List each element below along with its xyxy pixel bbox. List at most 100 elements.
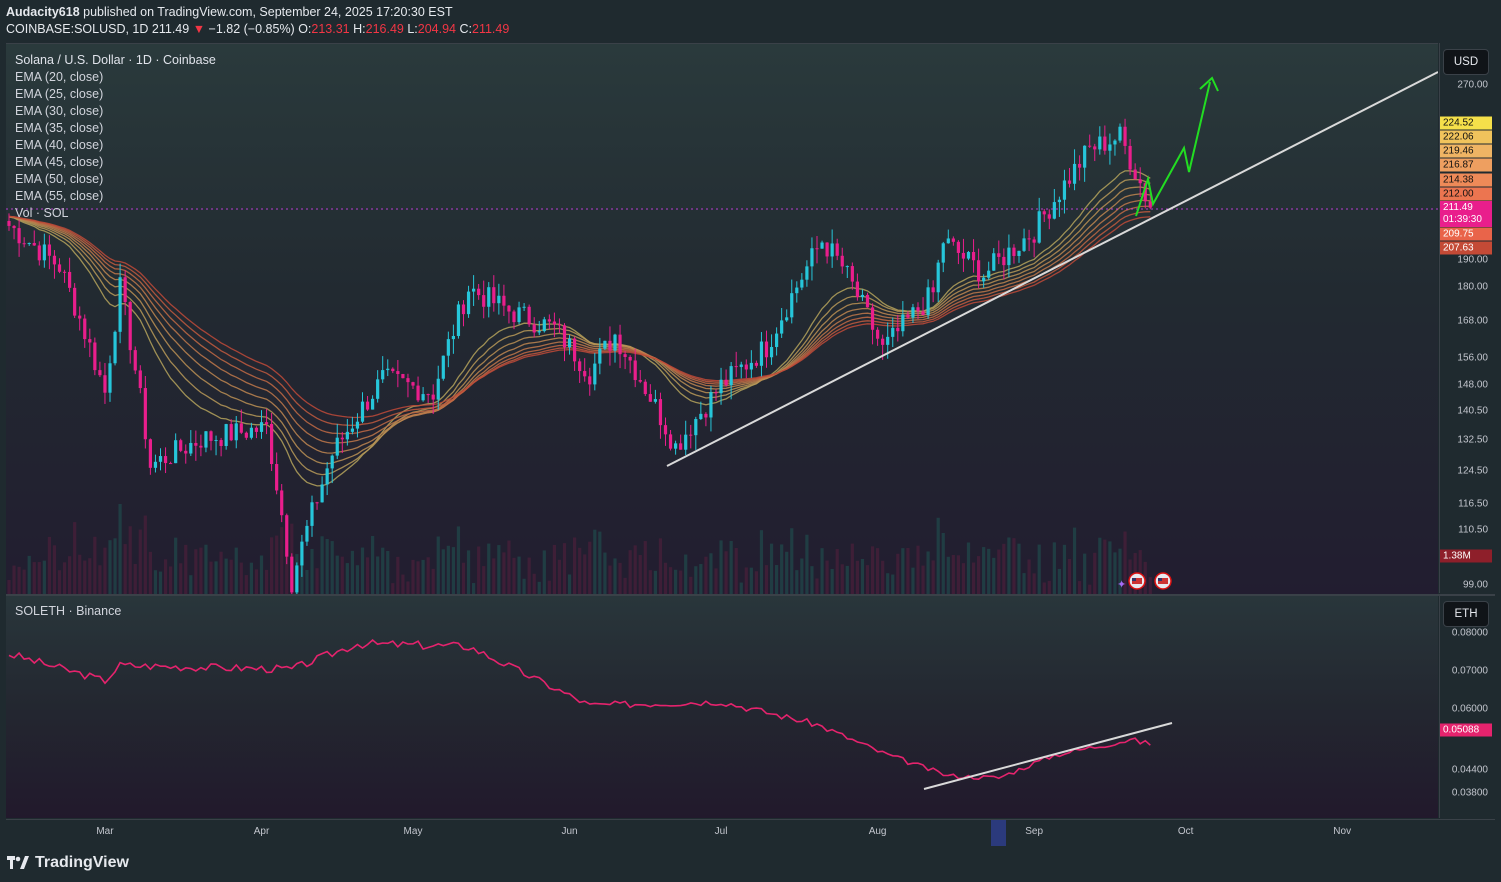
- indicator-ema-45[interactable]: EMA (45, close): [15, 154, 216, 171]
- soleth-trendline: [923, 722, 1173, 790]
- candle-body: [179, 440, 183, 451]
- volume-bar: [396, 556, 400, 594]
- candle-body: [643, 381, 647, 395]
- currency-button[interactable]: USD: [1443, 49, 1489, 75]
- volume-bar: [22, 569, 26, 594]
- us-flag-event-icon: [1154, 572, 1172, 590]
- indicator-ema-55[interactable]: EMA (55, close): [15, 188, 216, 205]
- time-axis[interactable]: Mar Apr May Jun Jul Aug Sep Oct Nov: [6, 819, 1495, 846]
- soleth-pane[interactable]: SOLETH · Binance: [6, 596, 1438, 818]
- volume-bar: [143, 515, 147, 594]
- candle-body: [633, 360, 637, 381]
- candle-body: [941, 243, 945, 263]
- candle-body: [956, 241, 960, 253]
- candle-body: [37, 245, 41, 261]
- ema-line-55: [8, 215, 1151, 419]
- publisher-name[interactable]: Audacity618: [6, 5, 80, 19]
- volume-bar: [174, 537, 178, 594]
- candle-body: [1052, 202, 1056, 219]
- volume-bar: [335, 555, 339, 594]
- candle-body: [446, 339, 450, 356]
- candle-body: [158, 456, 163, 462]
- candle-body: [638, 380, 642, 382]
- volume-bar: [795, 570, 799, 594]
- candle-body: [820, 242, 824, 249]
- candle-body: [961, 252, 966, 259]
- candle-body: [472, 288, 476, 292]
- candle-body: [12, 225, 16, 229]
- eth-currency-button[interactable]: ETH: [1443, 601, 1489, 627]
- candle-body: [386, 368, 390, 371]
- indicator-ema-50[interactable]: EMA (50, close): [15, 171, 216, 188]
- volume-bar: [830, 568, 834, 594]
- price-scale[interactable]: USD 270.00 190.00 180.00 168.00 156.00 148.00…: [1439, 43, 1496, 593]
- price-tick: 116.50: [1458, 498, 1488, 510]
- volume-bar: [704, 556, 708, 594]
- candle-body: [401, 374, 405, 379]
- volume-bar: [229, 559, 233, 594]
- volume-bar: [406, 581, 410, 594]
- volume-bar: [98, 565, 102, 594]
- volume-bar: [1027, 559, 1031, 594]
- time-label: Jul: [714, 826, 728, 837]
- candle-body: [896, 327, 900, 332]
- volume-bar: [956, 555, 960, 594]
- volume-bar: [547, 580, 551, 594]
- candle-body: [593, 363, 597, 385]
- footer-brand[interactable]: TradingView: [7, 853, 129, 873]
- volume-bar: [623, 577, 627, 594]
- volume-bar: [1017, 543, 1021, 594]
- volume-bar: [224, 558, 228, 594]
- candle-body: [517, 307, 521, 323]
- volume-bar: [971, 562, 976, 594]
- volume-bar: [133, 563, 137, 594]
- volume-bar: [42, 560, 46, 594]
- indicator-ema-35[interactable]: EMA (35, close): [15, 120, 216, 137]
- soleth-chart[interactable]: [6, 596, 1438, 818]
- volume-bar: [850, 543, 854, 594]
- time-label: Oct: [1177, 826, 1194, 837]
- volume-bar: [790, 528, 794, 594]
- time-label: Apr: [253, 826, 270, 837]
- candle-body: [169, 463, 173, 465]
- volume-bar: [977, 556, 981, 594]
- volume-bar: [987, 548, 991, 594]
- volume-bar: [330, 541, 334, 594]
- price-chart[interactable]: ✦: [6, 44, 1438, 594]
- symbol-label: COINBASE:SOLUSD, 1D: [6, 22, 149, 36]
- volume-bar: [68, 556, 72, 594]
- candle-body: [259, 422, 264, 432]
- time-highlight: [991, 820, 1006, 846]
- candle-body: [724, 379, 728, 386]
- symbol-title[interactable]: Solana / U.S. Dollar · 1D · Coinbase: [15, 52, 216, 69]
- indicator-ema-25[interactable]: EMA (25, close): [15, 86, 216, 103]
- low-label: L:: [407, 22, 418, 36]
- volume-bar: [901, 548, 905, 594]
- candle-body: [805, 266, 809, 280]
- indicator-ema-40[interactable]: EMA (40, close): [15, 137, 216, 154]
- volume-bar: [603, 552, 607, 594]
- candle-body: [204, 431, 208, 448]
- price-pane[interactable]: ✦ Solana / U.S. Dollar · 1D · Coinbase E…: [6, 43, 1438, 594]
- indicator-volume[interactable]: Vol · SOL: [15, 205, 216, 222]
- indicator-ema-30[interactable]: EMA (30, close): [15, 103, 216, 120]
- volume-bar: [103, 547, 107, 594]
- volume-bar: [416, 561, 420, 594]
- volume-bar: [1103, 539, 1107, 594]
- candle-body: [108, 363, 112, 393]
- candle-body: [492, 287, 496, 304]
- volume-bar: [502, 552, 506, 594]
- soleth-scale[interactable]: ETH 0.08000 0.07000 0.06000 0.04400 0.03800 …: [1439, 596, 1496, 818]
- volume-bar: [1042, 582, 1046, 594]
- candle-body: [527, 306, 531, 325]
- volume-bar: [441, 549, 445, 594]
- indicator-ema-20[interactable]: EMA (20, close): [15, 69, 216, 86]
- soleth-legend[interactable]: SOLETH · Binance: [15, 604, 121, 618]
- volume-bar: [825, 560, 829, 594]
- volume-bar: [709, 553, 713, 594]
- volume-bar: [820, 548, 824, 594]
- volume-bar: [754, 571, 758, 594]
- volume-bar: [512, 557, 516, 594]
- candle-body: [52, 255, 57, 265]
- candle-body: [32, 242, 36, 246]
